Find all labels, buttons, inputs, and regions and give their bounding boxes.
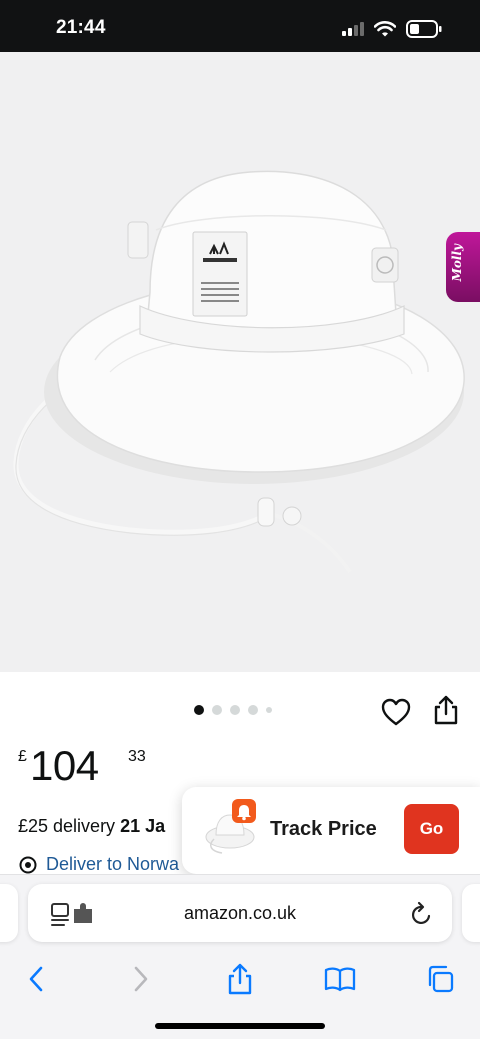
- delivery-info[interactable]: £25 delivery 21 Ja: [18, 816, 165, 837]
- bell-icon: [237, 805, 251, 821]
- price-alert-badge: [232, 799, 256, 823]
- track-price-card[interactable]: Track Price Go: [182, 787, 480, 874]
- url-text: amazon.co.uk: [183, 903, 297, 923]
- pagination-dot[interactable]: [266, 707, 272, 713]
- tabs-icon: [428, 965, 454, 993]
- pagination-dot[interactable]: [194, 705, 204, 715]
- tabs-button[interactable]: [418, 957, 462, 1001]
- share-icon: [228, 963, 252, 995]
- pagination-dot[interactable]: [230, 705, 240, 715]
- location-pin-icon: [19, 856, 37, 873]
- back-button[interactable]: [15, 957, 59, 1001]
- forward-button[interactable]: [118, 957, 162, 1001]
- status-time: 21:44: [56, 17, 106, 38]
- image-pagination-dots[interactable]: [194, 705, 272, 715]
- wifi-icon: [374, 21, 396, 37]
- share-icon: [434, 695, 458, 725]
- go-button[interactable]: Go: [404, 804, 459, 854]
- browser-share-button[interactable]: [218, 957, 262, 1001]
- next-tab-preview[interactable]: [462, 884, 480, 942]
- price-whole: 104: [30, 742, 99, 789]
- share-product-button[interactable]: [432, 694, 460, 726]
- product-image[interactable]: Molly: [0, 52, 480, 672]
- price-fraction: 33: [128, 748, 146, 765]
- battery-icon: [406, 20, 442, 38]
- cellular-signal-icon: [342, 22, 364, 36]
- reload-button[interactable]: [409, 900, 435, 928]
- deliver-to-label: Deliver to Norwa: [46, 854, 180, 874]
- heart-icon: [381, 698, 411, 726]
- reload-icon: [411, 901, 431, 925]
- status-bar: 21:44: [0, 0, 480, 52]
- white-bucket-hat-image: [13, 170, 465, 574]
- browser-toolbar: [0, 957, 480, 1003]
- bookmarks-button[interactable]: [318, 957, 362, 1001]
- browser-bottom-bar: amazon.co.uk: [0, 874, 480, 1039]
- status-icons: [342, 19, 442, 39]
- pagination-dot[interactable]: [212, 705, 222, 715]
- forward-icon: [134, 966, 148, 992]
- home-indicator[interactable]: [155, 1023, 325, 1029]
- molly-assistant-tab[interactable]: Molly: [446, 232, 480, 302]
- pagination-dot[interactable]: [248, 705, 258, 715]
- delivery-date: 21 Ja: [120, 816, 166, 836]
- bookmarks-icon: [324, 967, 356, 992]
- back-icon: [29, 966, 43, 992]
- deliver-to-link[interactable]: Deliver to Norwa: [18, 854, 179, 875]
- address-bar[interactable]: amazon.co.uk: [28, 884, 452, 942]
- previous-tab-preview[interactable]: [0, 884, 18, 942]
- track-price-label: Track Price: [270, 818, 377, 840]
- molly-tab-label: Molly: [450, 244, 464, 282]
- delivery-cost: £25 delivery: [18, 816, 116, 836]
- price-currency: £: [18, 748, 27, 765]
- add-to-wishlist-button[interactable]: [380, 697, 412, 727]
